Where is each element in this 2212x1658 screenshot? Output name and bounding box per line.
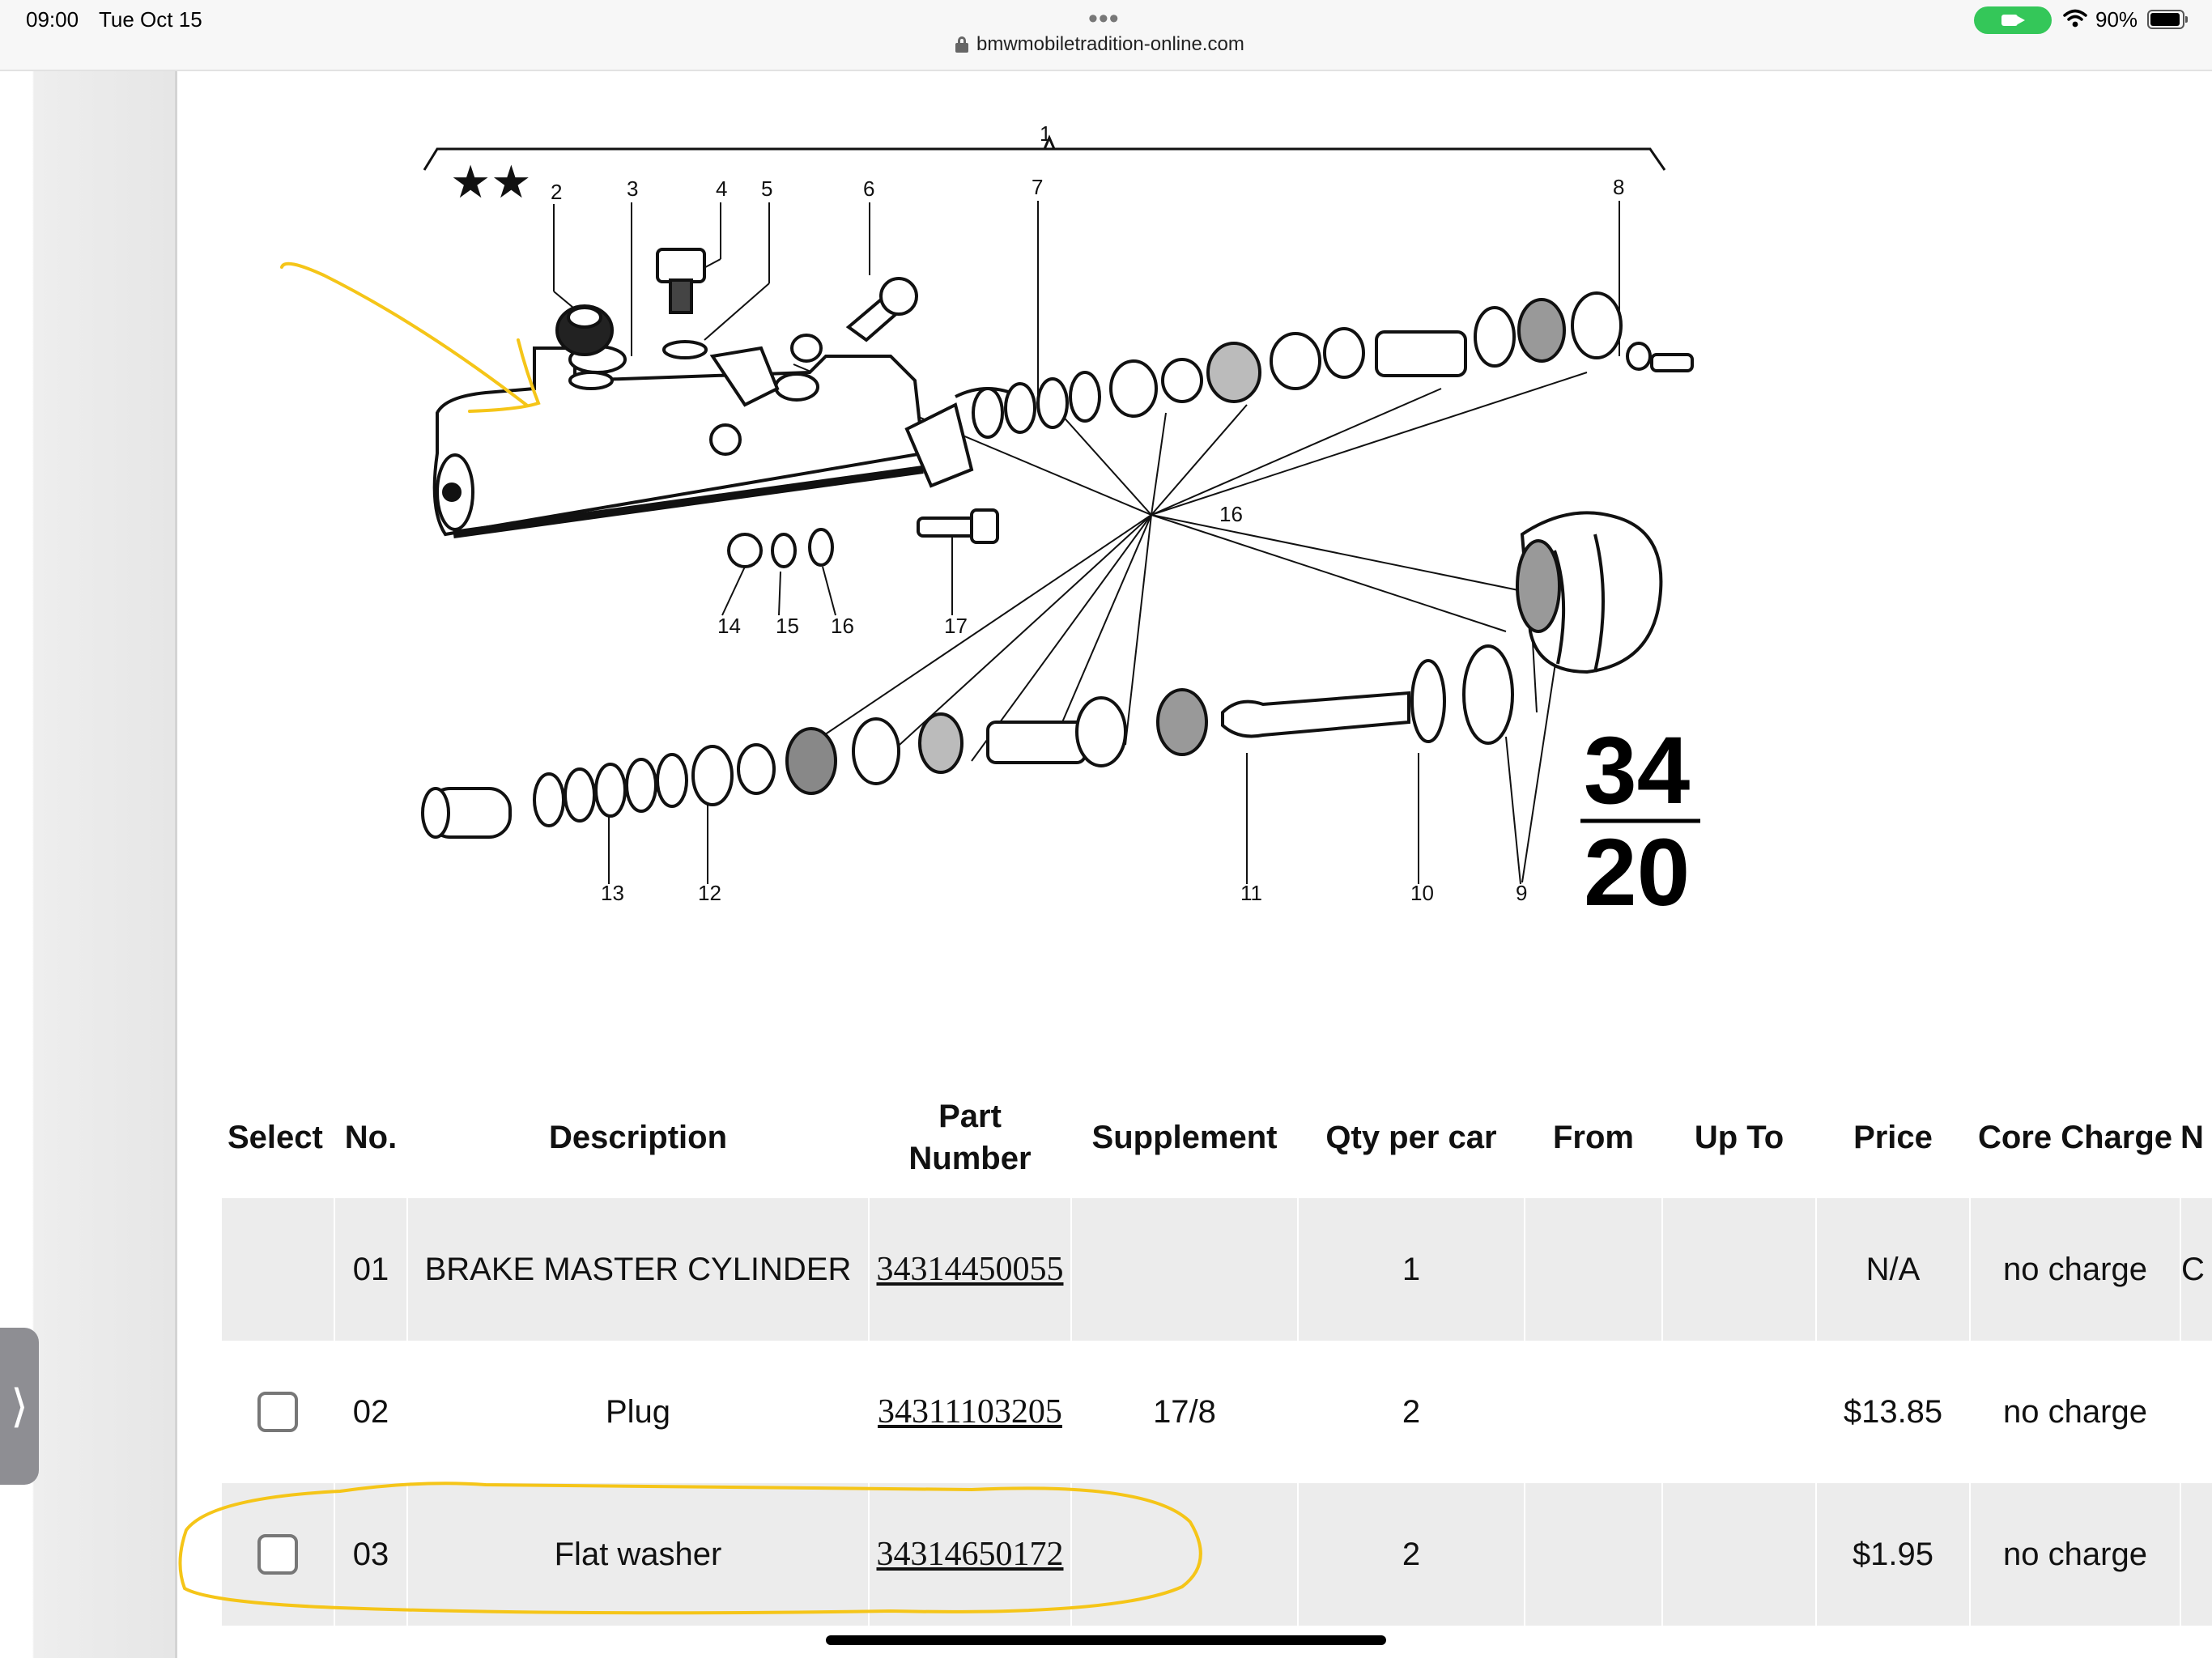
table-header-row: Select No. Description Part Number Supple… [221,1077,2212,1198]
callout-12: 12 [698,881,721,905]
cell-up-to [1661,1198,1816,1341]
cell-price: N/A [1815,1198,1970,1341]
cell-description: Plug [406,1341,869,1483]
header-from: From [1553,1120,1634,1155]
cell-core-charge: no charge [1969,1341,2180,1483]
cell-no: 02 [334,1341,407,1483]
cell-next [2180,1483,2212,1626]
cell-price: $1.95 [1815,1483,1970,1626]
callout-5: 5 [761,176,772,201]
cell-part: 34311103205 [868,1341,1071,1483]
sidebar-expand-handle[interactable]: ⟩ [0,1328,39,1485]
address-bar[interactable]: bmwmobiletradition-online.com [955,33,1244,56]
callout-10: 10 [1410,881,1434,905]
cell-qty: 1 [1297,1198,1525,1341]
battery-icon [2147,10,2188,29]
cell-from [1524,1483,1662,1626]
fraction-bottom: 20 [1584,819,1690,926]
part-number-link[interactable]: 34314650172 [877,1536,1064,1573]
callout-15: 15 [776,614,799,638]
callout-9: 9 [1516,881,1527,905]
header-no: No. [344,1120,398,1155]
callout-6: 6 [863,176,874,201]
cell-from [1524,1198,1662,1341]
cell-description: Flat washer [406,1483,869,1626]
header-part-line2: Number [908,1141,1032,1176]
callout-4: 4 [716,176,727,201]
part-number-link[interactable]: 34314450055 [877,1251,1064,1288]
header-select: Select [228,1120,323,1155]
header-supplement: Supplement [1091,1120,1278,1155]
star-icon: ★★ [450,156,531,207]
header-price: Price [1853,1120,1933,1155]
callout-14: 14 [717,614,741,638]
cell-up-to [1661,1341,1816,1483]
cell-next: C [2180,1198,2212,1341]
row-checkbox[interactable] [257,1392,298,1432]
header-core-charge: Core Charge [1977,1120,2173,1155]
callout-17: 17 [944,614,968,638]
callout-3: 3 [627,176,638,201]
table-row: 02 Plug 34311103205 17/8 2 $13.85 no cha… [220,1341,2212,1483]
header-part-number: Part Number [869,1077,1071,1198]
cell-no: 01 [334,1198,407,1341]
callout-13: 13 [601,881,624,905]
cell-qty: 2 [1297,1341,1525,1483]
home-indicator[interactable] [826,1635,1386,1645]
battery-percentage: 90% [2095,7,2138,32]
cell-qty: 2 [1297,1483,1525,1626]
gutter-divider [175,71,177,1658]
cell-core-charge: no charge [1969,1483,2180,1626]
cell-part: 34314650172 [868,1483,1071,1626]
cell-description: BRAKE MASTER CYLINDER [406,1198,869,1341]
lock-icon [955,36,968,53]
cell-supplement [1070,1483,1298,1626]
camera-indicator-icon [1974,6,2052,34]
table-row: 03 Flat washer 34314650172 2 $1.95 no ch… [220,1483,2212,1626]
parts-diagram: ★★ 2 3 4 5 6 7 8 1 16 14 15 16 17 13 12 … [421,121,1700,926]
callout-16: 16 [1219,502,1243,526]
callout-7: 7 [1032,175,1043,199]
parts-table: Select No. Description Part Number Supple… [220,1077,2212,1626]
status-date: Tue Oct 15 [99,7,202,32]
select-cell [220,1198,334,1341]
cell-price: $13.85 [1815,1341,1970,1483]
header-qty: Qty per car [1325,1120,1497,1155]
header-up-to: Up To [1694,1120,1784,1155]
cell-supplement: 17/8 [1070,1341,1298,1483]
callout-1: 1 [1040,121,1051,146]
callout-2: 2 [551,180,562,204]
callout-11: 11 [1240,881,1262,905]
cell-core-charge: no charge [1969,1198,2180,1341]
row-checkbox[interactable] [257,1534,298,1575]
url-text: bmwmobiletradition-online.com [976,33,1244,55]
cell-part: 34314450055 [868,1198,1071,1341]
status-bar: 09:00 Tue Oct 15 ••• bmwmobiletradition-… [0,0,2212,71]
select-cell [220,1483,334,1626]
cell-from [1524,1341,1662,1483]
cell-up-to [1661,1483,1816,1626]
status-time: 09:00 [26,7,79,32]
cell-next [2180,1341,2212,1483]
fraction-top: 34 [1584,717,1690,824]
table-row: 01 BRAKE MASTER CYLINDER 34314450055 1 N… [220,1198,2212,1341]
select-cell [220,1341,334,1483]
header-part-line1: Part [938,1099,1002,1134]
header-next: N [2180,1120,2204,1155]
callout-16b: 16 [831,614,854,638]
cell-supplement [1070,1198,1298,1341]
part-number-link[interactable]: 34311103205 [878,1393,1062,1431]
cell-no: 03 [334,1483,407,1626]
wifi-icon [2063,9,2087,28]
header-description: Description [548,1120,728,1155]
multitasking-dots-icon[interactable]: ••• [1088,5,1120,32]
callout-8: 8 [1613,175,1624,199]
